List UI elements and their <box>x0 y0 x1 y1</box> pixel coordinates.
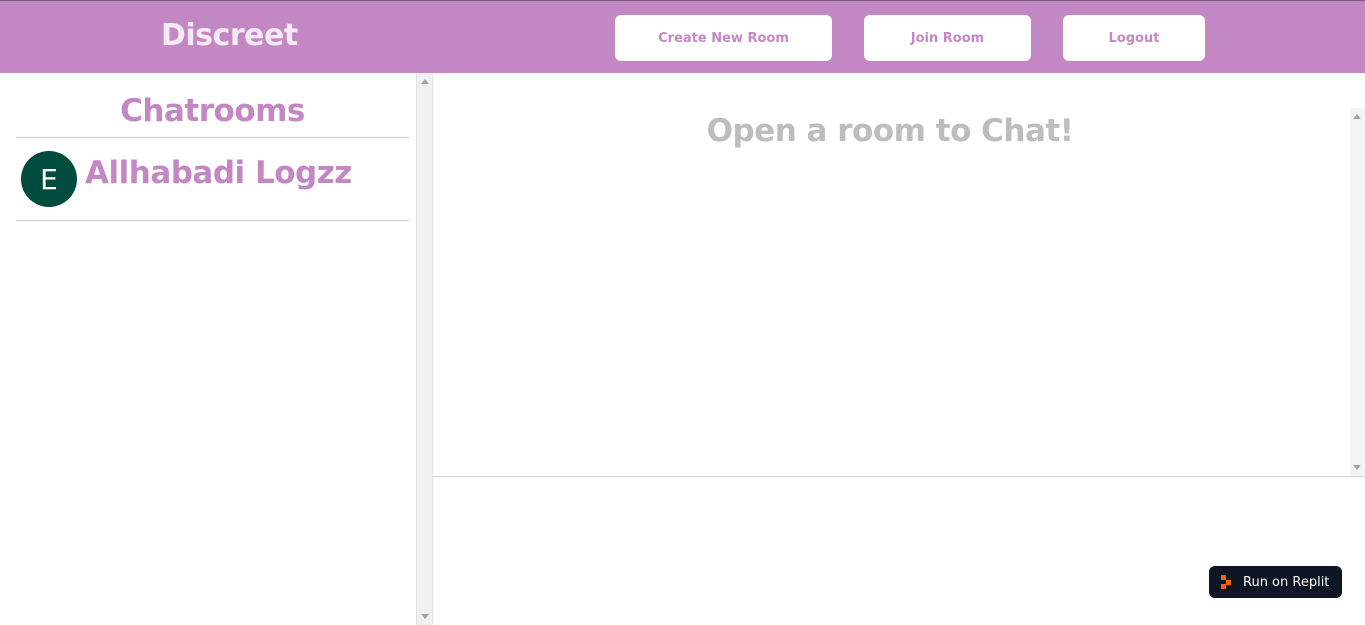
scroll-up-arrow-icon[interactable] <box>1353 114 1361 119</box>
join-room-button[interactable]: Join Room <box>864 15 1031 61</box>
sidebar-divider <box>16 220 409 221</box>
replit-logo-icon <box>1221 575 1235 589</box>
scroll-down-arrow-icon[interactable] <box>421 614 429 619</box>
logout-button[interactable]: Logout <box>1063 15 1205 61</box>
avatar: E <box>21 151 77 207</box>
top-navbar: Discreet Create New Room Join Room Logou… <box>0 0 1365 73</box>
chatrooms-sidebar: Chatrooms E Allhabadi Logzz <box>0 73 416 625</box>
sidebar-scrollbar[interactable] <box>416 73 433 625</box>
sidebar-title: Chatrooms <box>120 93 305 129</box>
message-composer-area[interactable] <box>433 477 1365 625</box>
empty-chat-message: Open a room to Chat! <box>706 113 1074 149</box>
scroll-down-arrow-icon[interactable] <box>1353 465 1361 470</box>
room-list-item[interactable]: E Allhabadi Logzz <box>16 138 409 220</box>
scroll-up-arrow-icon[interactable] <box>421 79 429 84</box>
room-name: Allhabadi Logzz <box>85 155 352 191</box>
chat-messages-panel: Open a room to Chat! <box>433 73 1365 477</box>
run-on-replit-button[interactable]: Run on Replit <box>1209 566 1342 598</box>
app-brand: Discreet <box>161 18 298 53</box>
chat-scrollbar[interactable] <box>1350 108 1365 476</box>
create-new-room-button[interactable]: Create New Room <box>615 15 832 61</box>
replit-button-label: Run on Replit <box>1243 574 1330 590</box>
